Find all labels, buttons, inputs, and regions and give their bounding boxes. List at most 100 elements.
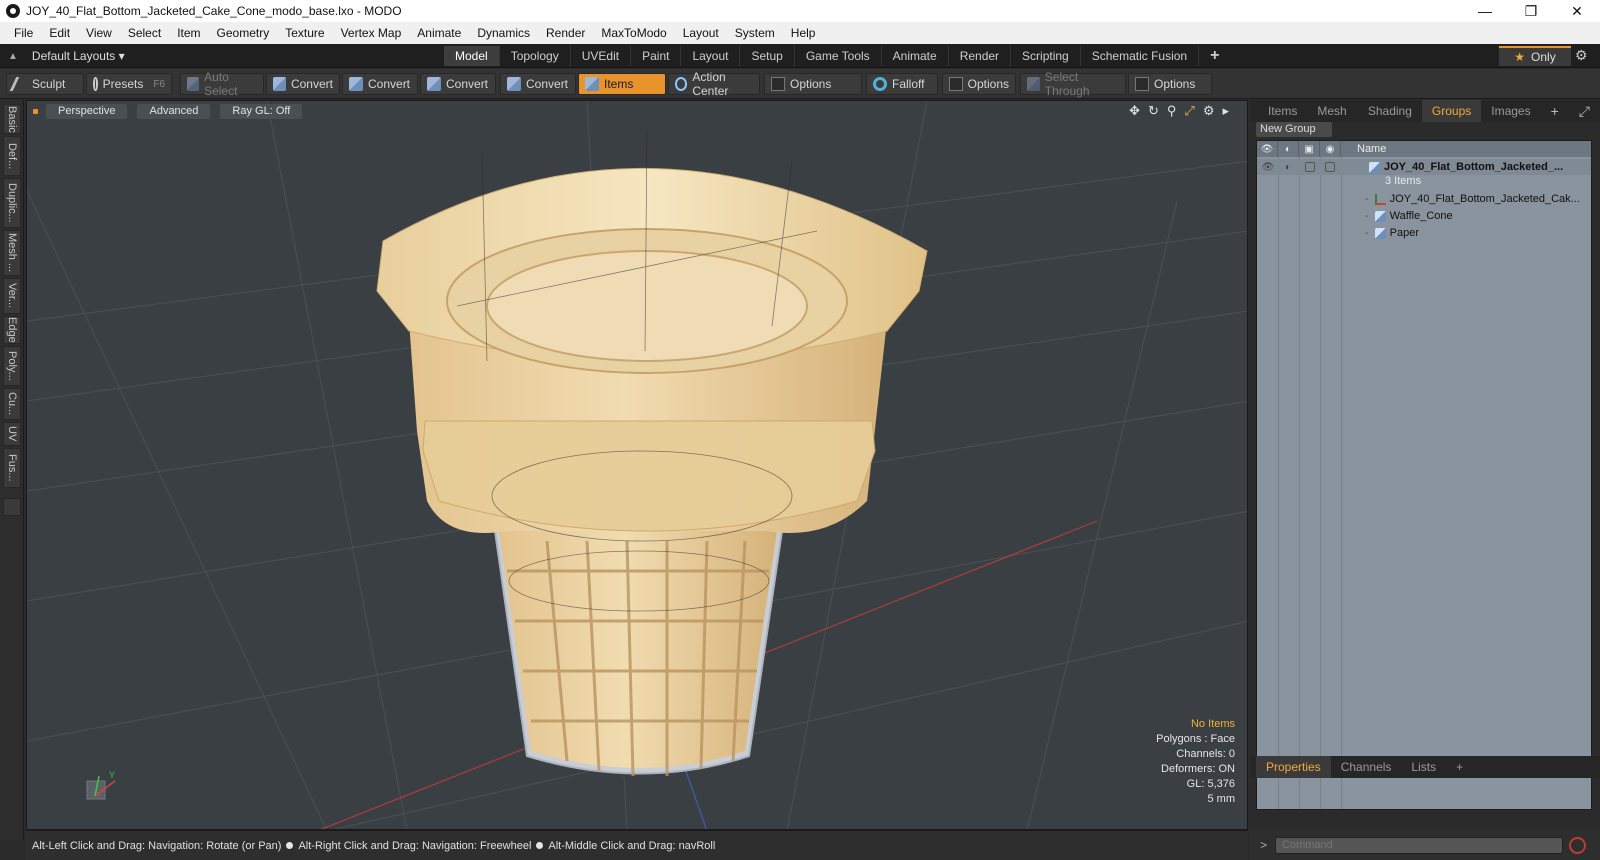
tab-shading[interactable]: Shading (1358, 100, 1422, 122)
render-icon[interactable]: ◐ (1281, 162, 1295, 173)
menu-system[interactable]: System (727, 26, 783, 40)
tab-items[interactable]: Items (1258, 100, 1307, 122)
action-center-button[interactable]: Action Center (668, 70, 760, 98)
lock-icon[interactable]: ▣ (1299, 141, 1320, 157)
convert-button-3[interactable]: Convert (420, 73, 496, 95)
expand-panel-icon[interactable]: ⤢ (1569, 100, 1600, 122)
new-group-button[interactable]: New Group (1256, 122, 1332, 137)
tab-game-tools[interactable]: Game Tools (795, 46, 882, 66)
menu-maxtomodo[interactable]: MaxToModo (593, 26, 674, 40)
tab-deform[interactable]: Def... (3, 136, 21, 176)
menu-vertex-map[interactable]: Vertex Map (333, 26, 410, 40)
tab-duplicate[interactable]: Duplic... (3, 178, 21, 228)
tab-animate[interactable]: Animate (882, 46, 949, 66)
tab-scripting[interactable]: Scripting (1011, 46, 1081, 66)
tab-mesh[interactable]: Mesh ... (3, 230, 21, 276)
add-tab-icon[interactable]: + (1541, 100, 1569, 122)
tab-polygon[interactable]: Poly... (3, 346, 21, 386)
select-through-button[interactable]: Select Through (1020, 70, 1126, 98)
tab-uv[interactable]: UV (3, 422, 21, 446)
options-button-1[interactable]: Options (764, 73, 862, 95)
tree-item-locator[interactable]: - JOY_40_Flat_Bottom_Jacketed_Cak... (1365, 191, 1580, 207)
move-view-icon[interactable]: ✥ (1129, 103, 1140, 119)
add-tab-icon[interactable]: + (1199, 46, 1230, 66)
expand-arrow-icon[interactable]: ▸ (1222, 103, 1229, 119)
minimize-button[interactable]: — (1462, 0, 1508, 22)
items-mode-button[interactable]: Items (578, 73, 666, 95)
tab-render[interactable]: Render (949, 46, 1012, 66)
menu-geometry[interactable]: Geometry (209, 26, 278, 40)
tab-extra[interactable] (3, 498, 21, 516)
menu-layout[interactable]: Layout (675, 26, 727, 40)
record-macro-icon[interactable] (1569, 836, 1587, 854)
fit-view-icon[interactable]: ⤢ (1184, 103, 1194, 119)
group-row[interactable]: 👁 ◐ JOY_40_Flat_Bottom_Jacketed_... (1257, 159, 1591, 175)
menu-help[interactable]: Help (783, 26, 824, 40)
tab-groups[interactable]: Groups (1421, 100, 1482, 122)
convert-button-2[interactable]: Convert (342, 73, 418, 95)
tab-mesh[interactable]: Mesh ... (1307, 100, 1358, 140)
viewport-scene[interactable]: Y (27, 101, 1248, 830)
tab-properties[interactable]: Properties (1256, 756, 1331, 778)
add-tab-icon[interactable]: + (1446, 756, 1473, 778)
tab-lists[interactable]: Lists (1401, 756, 1446, 778)
menu-edit[interactable]: Edit (41, 26, 78, 40)
only-toggle[interactable]: ★ Only (1499, 46, 1571, 66)
options-button-2[interactable]: Options (942, 73, 1016, 95)
command-bar: > (1250, 830, 1600, 860)
3d-viewport[interactable]: Y Perspective Advanced Ray GL: Off ✥ ↻ ⚲… (26, 100, 1248, 830)
collapse-icon[interactable]: ▲ (8, 51, 18, 62)
tab-topology[interactable]: Topology (500, 46, 571, 66)
visibility-icon[interactable]: 👁 (1261, 162, 1275, 173)
cone-model[interactable] (376, 130, 928, 777)
close-button[interactable]: ✕ (1554, 0, 1600, 22)
tab-edge[interactable]: Edge (3, 316, 21, 344)
tree-item-paper[interactable]: - Paper (1365, 225, 1419, 241)
viewport-settings-icon[interactable]: ⚙ (1203, 103, 1215, 119)
convert-button-4[interactable]: Convert (500, 73, 576, 95)
select-checkbox[interactable] (1325, 162, 1335, 172)
shading-button[interactable]: Advanced (137, 103, 211, 119)
auto-select-button[interactable]: Auto Select (180, 70, 264, 98)
tab-layout[interactable]: Layout (681, 46, 741, 66)
menu-view[interactable]: View (78, 26, 120, 40)
tab-model[interactable]: Model (444, 46, 500, 66)
gear-icon[interactable]: ⚙ (1575, 47, 1588, 64)
menu-dynamics[interactable]: Dynamics (469, 26, 538, 40)
tab-vertex[interactable]: Ver... (3, 278, 21, 314)
command-input[interactable] (1275, 836, 1564, 854)
rotate-view-icon[interactable]: ↻ (1148, 103, 1159, 119)
menu-texture[interactable]: Texture (277, 26, 332, 40)
tab-images[interactable]: Images (1481, 100, 1540, 122)
tab-setup[interactable]: Setup (740, 46, 795, 66)
tree-item-waffle-cone[interactable]: - Waffle_Cone (1365, 208, 1453, 224)
menu-render[interactable]: Render (538, 26, 593, 40)
visibility-icon[interactable]: 👁 (1257, 141, 1278, 157)
name-column-header[interactable]: Name (1341, 143, 1386, 155)
presets-button[interactable]: Presets F6 (86, 73, 172, 95)
render-icon[interactable]: ◐ (1278, 141, 1299, 157)
view-type-button[interactable]: Perspective (46, 103, 128, 119)
restore-button[interactable]: ❐ (1508, 0, 1554, 22)
tab-schematic-fusion[interactable]: Schematic Fusion (1081, 46, 1200, 66)
menu-animate[interactable]: Animate (409, 26, 469, 40)
tab-paint[interactable]: Paint (631, 46, 682, 66)
tab-basic[interactable]: Basic (3, 104, 21, 134)
zoom-view-icon[interactable]: ⚲ (1167, 103, 1177, 119)
viewport-menu-icon[interactable] (33, 108, 38, 114)
convert-button-1[interactable]: Convert (266, 73, 340, 95)
default-layouts-dropdown[interactable]: ▲ Default Layouts ▾ (8, 47, 125, 65)
options-button-3[interactable]: Options (1128, 73, 1212, 95)
tab-channels[interactable]: Channels (1331, 756, 1402, 778)
raygl-button[interactable]: Ray GL: Off (220, 103, 303, 119)
tab-fusion[interactable]: Fus... (3, 448, 21, 488)
tab-curve[interactable]: Cu... (3, 388, 21, 420)
lock-checkbox[interactable] (1305, 162, 1315, 172)
sculpt-button[interactable]: Sculpt (6, 73, 84, 95)
menu-item[interactable]: Item (169, 26, 208, 40)
menu-select[interactable]: Select (120, 26, 169, 40)
select-icon[interactable]: ◉ (1320, 141, 1341, 157)
menu-file[interactable]: File (6, 26, 41, 40)
tab-uvedit[interactable]: UVEdit (571, 46, 632, 66)
falloff-button[interactable]: Falloff (866, 73, 938, 95)
